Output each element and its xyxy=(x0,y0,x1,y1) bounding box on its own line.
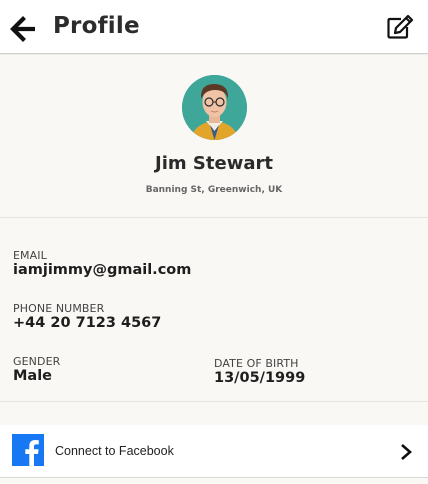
dob-value: 13/05/1999 xyxy=(214,370,306,386)
edit-icon[interactable] xyxy=(386,14,414,40)
profile-address: Banning St, Greenwich, UK xyxy=(145,185,283,195)
section-divider xyxy=(0,401,428,402)
top-bar: Profile xyxy=(0,0,428,54)
profile-screen: Profile Jim Stewart Banning St, Greenwic… xyxy=(0,0,428,484)
profile-name: Jim Stewart xyxy=(155,153,273,174)
email-label: EMAIL xyxy=(13,249,47,262)
avatar-image xyxy=(182,75,247,140)
avatar xyxy=(182,75,247,140)
profile-summary: Jim Stewart Banning St, Greenwich, UK xyxy=(0,55,428,218)
gender-value: Male xyxy=(13,368,53,384)
chevron-right-icon xyxy=(401,444,412,460)
facebook-label: Connect to Facebook xyxy=(55,444,174,458)
phone-label: PHONE NUMBER xyxy=(13,302,105,315)
page-title: Profile xyxy=(53,13,140,39)
phone-value: +44 20 7123 4567 xyxy=(13,315,162,331)
connect-facebook-row[interactable]: Connect to Facebook xyxy=(0,425,428,478)
facebook-logo-icon xyxy=(12,434,44,466)
gender-label: GENDER xyxy=(13,355,61,368)
dob-label: DATE OF BIRTH xyxy=(214,357,299,370)
back-arrow-icon[interactable] xyxy=(10,15,38,43)
email-value: iamjimmy@gmail.com xyxy=(13,262,192,278)
